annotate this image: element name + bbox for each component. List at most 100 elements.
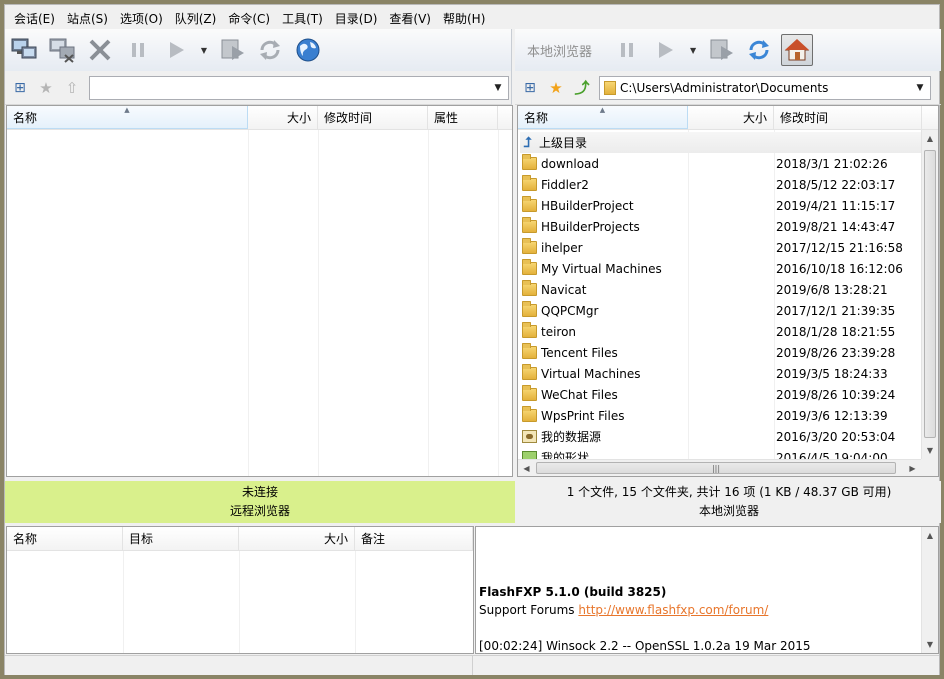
column-divider xyxy=(428,130,429,476)
file-row[interactable]: ihelper 2017/12/15 21:16:58 xyxy=(518,237,938,258)
scroll-right-icon[interactable]: ▶ xyxy=(904,460,921,476)
file-name: teiron xyxy=(541,324,577,339)
local-browser-button[interactable]: 本地浏览器 xyxy=(515,41,608,60)
up-arrow-icon: ⇧ xyxy=(65,78,79,97)
queue-col-name[interactable]: 名称 xyxy=(7,527,123,550)
remote-file-list[interactable]: ▲ 名称 大小 修改时间 属性 xyxy=(6,105,513,477)
folder-icon xyxy=(522,406,537,422)
file-row[interactable]: Fiddler2 2018/5/12 22:03:17 xyxy=(518,174,938,195)
file-name-cell: Navicat xyxy=(518,280,684,297)
file-row[interactable]: QQPCMgr 2017/12/1 21:39:35 xyxy=(518,300,938,321)
remote-col-size-label: 大小 xyxy=(286,111,311,125)
menu-sites[interactable]: 站点(S) xyxy=(62,8,113,29)
file-row[interactable]: download 2018/3/1 21:02:26 xyxy=(518,153,938,174)
file-row[interactable]: WeChat Files 2019/8/26 10:39:24 xyxy=(518,384,938,405)
upload-button[interactable] xyxy=(705,34,737,66)
remote-path-combo[interactable]: ▼ xyxy=(89,75,509,100)
sort-up-icon: ▲ xyxy=(124,106,130,114)
file-row[interactable]: HBuilderProjects 2019/8/21 14:43:47 xyxy=(518,216,938,237)
local-parent-button[interactable]: ⤴ xyxy=(571,77,593,99)
local-col-size[interactable]: 大小 xyxy=(688,106,774,129)
menu-help[interactable]: 帮助(H) xyxy=(438,8,490,29)
queue-col-name-label: 名称 xyxy=(13,532,38,546)
menu-options[interactable]: 选项(O) xyxy=(115,8,168,29)
local-col-modified[interactable]: 修改时间 xyxy=(774,106,922,129)
local-col-name[interactable]: ▲ 名称 xyxy=(518,106,688,129)
abort-button[interactable] xyxy=(84,34,116,66)
scroll-left-icon[interactable]: ◀ xyxy=(518,460,535,476)
local-col-modified-label: 修改时间 xyxy=(780,111,829,125)
dropdown-arrow-icon[interactable]: ▼ xyxy=(912,79,928,97)
scroll-thumb[interactable] xyxy=(924,150,936,438)
star-icon: ★ xyxy=(39,78,53,97)
menu-tools[interactable]: 工具(T) xyxy=(277,8,328,29)
menu-directory[interactable]: 目录(D) xyxy=(330,8,383,29)
scroll-down-icon[interactable]: ▼ xyxy=(922,442,938,459)
transfer-queue[interactable]: 名称 目标 大小 备注 xyxy=(6,526,474,654)
local-refresh-button[interactable] xyxy=(743,34,775,66)
connect-button[interactable] xyxy=(8,34,40,66)
forum-link[interactable]: http://www.flashfxp.com/forum/ xyxy=(578,603,768,617)
log-blank xyxy=(479,619,938,637)
queue-col-target[interactable]: 目标 xyxy=(123,527,239,550)
local-pause-button[interactable] xyxy=(611,34,643,66)
local-tree-button[interactable]: ⊞ xyxy=(519,77,541,99)
file-row[interactable]: Navicat 2019/6/8 13:28:21 xyxy=(518,279,938,300)
local-file-list[interactable]: ▲ 名称 大小 修改时间 ⮥ 上级目录 download 2018/3/1 21:… xyxy=(517,105,939,477)
download-button[interactable] xyxy=(216,34,248,66)
file-row[interactable]: Virtual Machines 2019/3/5 18:24:33 xyxy=(518,363,938,384)
remote-col-attrs[interactable]: 属性 xyxy=(428,106,498,129)
remote-col-modified[interactable]: 修改时间 xyxy=(318,106,428,129)
file-modified: 2019/8/26 10:39:24 xyxy=(776,387,896,402)
datasource-icon xyxy=(522,430,537,443)
local-transfer-dropdown-button[interactable]: ▼ xyxy=(686,34,700,66)
local-path: C:\Users\Administrator\Documents xyxy=(620,80,829,95)
sort-up-icon: ▲ xyxy=(599,106,606,114)
file-row[interactable]: My Virtual Machines 2016/10/18 16:12:06 xyxy=(518,258,938,279)
remote-bookmark-button[interactable]: ★ xyxy=(35,77,57,99)
file-name-cell: Tencent Files xyxy=(518,343,684,360)
file-name-cell: My Virtual Machines xyxy=(518,259,684,276)
file-row[interactable]: 我的数据源 2016/3/20 20:53:04 xyxy=(518,426,938,447)
transfer-dropdown-button[interactable]: ▼ xyxy=(197,34,211,66)
file-row[interactable]: teiron 2018/1/28 18:21:55 xyxy=(518,321,938,342)
local-vertical-scrollbar[interactable]: ▲ ▼ xyxy=(921,130,938,459)
local-transfer-button[interactable] xyxy=(649,34,681,66)
file-modified: 2016/10/18 16:12:06 xyxy=(776,261,903,276)
parent-directory-row[interactable]: ⮥ 上级目录 xyxy=(520,132,932,153)
file-name-cell: 我的数据源 xyxy=(518,428,684,445)
menu-view[interactable]: 查看(V) xyxy=(384,8,436,29)
transfer-button[interactable] xyxy=(160,34,192,66)
queue-col-size[interactable]: 大小 xyxy=(239,527,355,550)
file-row[interactable]: Tencent Files 2019/8/26 23:39:28 xyxy=(518,342,938,363)
local-bookmark-button[interactable]: ★ xyxy=(545,77,567,99)
file-row[interactable]: WpsPrint Files 2019/3/6 12:13:39 xyxy=(518,405,938,426)
scroll-up-icon[interactable]: ▲ xyxy=(922,527,938,544)
scroll-up-icon[interactable]: ▲ xyxy=(922,130,938,147)
menu-commands[interactable]: 命令(C) xyxy=(223,8,275,29)
file-name: WeChat Files xyxy=(541,387,618,402)
scroll-thumb[interactable]: ||| xyxy=(536,462,896,474)
menu-queue[interactable]: 队列(Z) xyxy=(170,8,222,29)
remote-parent-button[interactable]: ⇧ xyxy=(61,77,83,99)
local-path-combo[interactable]: C:\Users\Administrator\Documents ▼ xyxy=(599,75,931,100)
queue-col-note[interactable]: 备注 xyxy=(355,527,473,550)
dropdown-arrow-icon[interactable]: ▼ xyxy=(490,79,506,97)
menu-session[interactable]: 会话(E) xyxy=(9,8,60,29)
disconnect-button[interactable] xyxy=(46,34,78,66)
file-row[interactable]: HBuilderProject 2019/4/21 11:15:17 xyxy=(518,195,938,216)
star-icon: ★ xyxy=(549,78,563,97)
log-winsock: [00:02:24] Winsock 2.2 -- OpenSSL 1.0.2a… xyxy=(479,639,811,653)
remote-col-size[interactable]: 大小 xyxy=(248,106,318,129)
globe-button[interactable] xyxy=(292,34,324,66)
pause-button[interactable] xyxy=(122,34,154,66)
scroll-down-icon[interactable]: ▼ xyxy=(922,636,938,653)
status-bar xyxy=(5,655,939,675)
file-name: download xyxy=(541,156,600,171)
log-vertical-scrollbar[interactable]: ▲ ▼ xyxy=(921,527,938,653)
remote-col-name[interactable]: ▲ 名称 xyxy=(7,106,248,129)
local-horizontal-scrollbar[interactable]: ◀ ||| ▶ xyxy=(518,459,921,476)
refresh-button[interactable] xyxy=(254,34,286,66)
home-button[interactable] xyxy=(781,34,814,66)
site-tree-button[interactable]: ⊞ xyxy=(9,77,31,99)
